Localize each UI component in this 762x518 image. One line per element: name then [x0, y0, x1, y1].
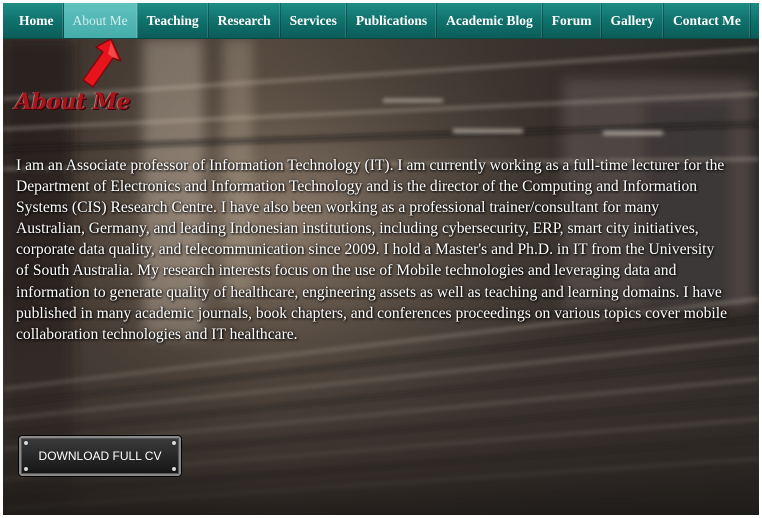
nav-home[interactable]: Home: [3, 3, 64, 38]
nav-research[interactable]: Research: [209, 3, 281, 38]
nav-services[interactable]: Services: [281, 3, 347, 38]
download-cv-button[interactable]: DOWNLOAD FULL CV: [19, 436, 181, 476]
red-arrow-icon: [82, 38, 122, 88]
nav-about-me[interactable]: About Me: [63, 3, 138, 38]
page-frame: Home About Me Teaching Research Services…: [3, 3, 759, 515]
nav-academic-blog[interactable]: Academic Blog: [437, 3, 543, 38]
nav-forum[interactable]: Forum: [543, 3, 602, 38]
nav-publications[interactable]: Publications: [347, 3, 438, 38]
nav-gallery[interactable]: Gallery: [602, 3, 665, 38]
page-title: About Me: [15, 89, 131, 115]
rivet-icon: [172, 441, 176, 445]
rivet-icon: [24, 441, 28, 445]
main-nav: Home About Me Teaching Research Services…: [3, 3, 759, 39]
bio-paragraph: I am an Associate professor of Informati…: [16, 157, 728, 343]
nav-teaching[interactable]: Teaching: [138, 3, 209, 38]
download-cv-label: DOWNLOAD FULL CV: [38, 449, 162, 463]
rivet-icon: [24, 467, 28, 471]
nav-contact-me[interactable]: Contact Me: [664, 3, 751, 38]
rivet-icon: [172, 467, 176, 471]
